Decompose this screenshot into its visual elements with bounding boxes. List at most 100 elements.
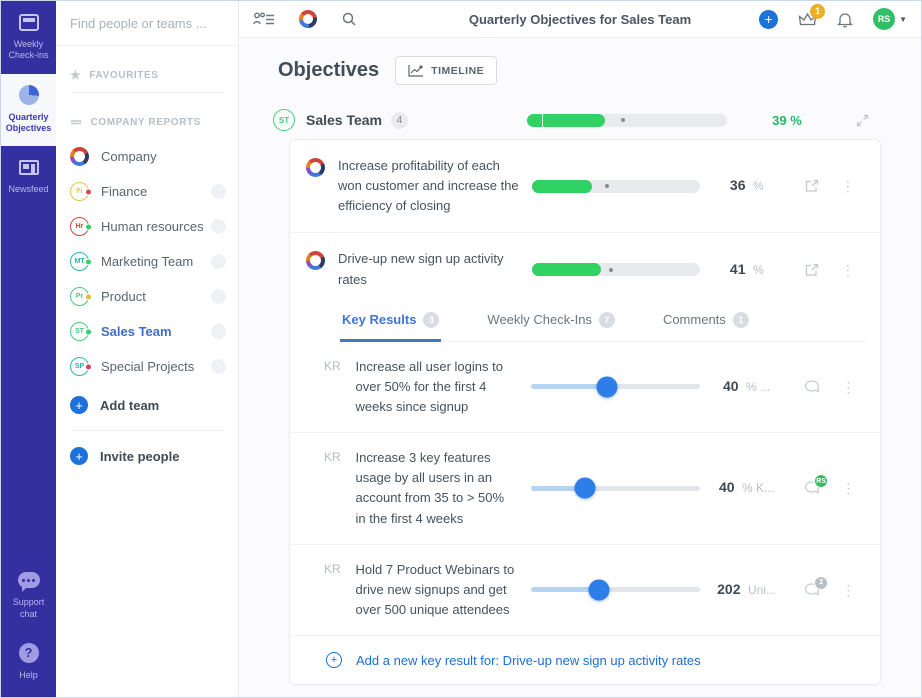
sidebar-item-finance[interactable]: Fi Finance	[56, 174, 238, 209]
tab-key-results[interactable]: Key Results 3	[340, 306, 442, 342]
objective-count-badge: 4	[391, 111, 409, 129]
rail-item-quarterly-objectives[interactable]: Quarterly Objectives	[1, 73, 56, 146]
objective-section: Drive-up new sign up activity rates 41 %	[290, 232, 880, 684]
kr-progress-slider	[531, 579, 700, 601]
user-menu[interactable]: RS ▼	[873, 8, 907, 30]
search-icon[interactable]	[341, 11, 357, 27]
kr-text[interactable]: Increase all user logins to over 50% for…	[356, 357, 516, 417]
plus-icon: +	[70, 396, 88, 414]
kr-value: 40	[723, 377, 739, 394]
comment-icon[interactable]: 2	[804, 575, 829, 597]
tab-count-badge: 3	[423, 311, 440, 328]
team-sidebar: ★ FAVOURITES ≕ COMPANY REPORTS Company F…	[56, 1, 239, 697]
objective-text[interactable]: Increase profitability of each won custo…	[338, 156, 520, 216]
objectives-card: Increase profitability of each won custo…	[289, 139, 881, 686]
kr-text[interactable]: Hold 7 Product Webinars to drive new sig…	[356, 560, 516, 620]
open-objective-icon[interactable]	[805, 179, 819, 193]
kr-progress-slider	[531, 477, 700, 499]
objective-row: Increase profitability of each won custo…	[290, 140, 880, 232]
team-count-badge	[211, 324, 226, 339]
status-dot	[85, 188, 92, 195]
add-icon[interactable]: +	[759, 9, 779, 29]
tab-count-badge: 7	[598, 311, 615, 328]
search-input[interactable]	[70, 16, 224, 31]
star-icon: ★	[70, 68, 82, 82]
more-menu-icon[interactable]: ⋮	[841, 179, 855, 193]
rail-item-support-chat[interactable]: Support chat	[1, 559, 56, 632]
team-avatar: ST	[273, 109, 295, 131]
tab-comments[interactable]: Comments 1	[661, 306, 751, 342]
more-menu-icon[interactable]: ⋮	[841, 481, 855, 495]
team-avatar: Pr	[70, 287, 92, 306]
calendar-icon	[18, 11, 40, 33]
key-result-row: KR Increase all user logins to over 50% …	[290, 342, 880, 432]
tab-count-badge: 1	[732, 311, 749, 328]
rail-item-label: Support chat	[12, 597, 45, 619]
slider-handle[interactable]	[596, 376, 618, 398]
rail-item-weekly-checkins[interactable]: Weekly Check-ins	[1, 1, 56, 74]
list-icon: ≕	[70, 115, 83, 129]
org-people-icon[interactable]	[253, 12, 275, 26]
company-reports-section-header[interactable]: ≕ COMPANY REPORTS	[56, 93, 238, 139]
sidebar-item-special-projects[interactable]: SP Special Projects	[56, 349, 238, 384]
rail-item-help[interactable]: ? Help	[1, 632, 56, 697]
favourites-section-header[interactable]: ★ FAVOURITES	[56, 46, 238, 92]
objectives-content: Objectives TIMELINE ST Sales Team 4 39 %…	[239, 38, 921, 697]
slider-handle[interactable]	[574, 477, 596, 499]
more-menu-icon[interactable]: ⋮	[841, 380, 855, 394]
objective-company-icon	[306, 158, 325, 177]
rail-item-label: Weekly Check-ins	[8, 39, 49, 61]
team-name[interactable]: Sales Team	[306, 112, 382, 128]
chat-bubble-icon	[17, 569, 40, 593]
sidebar-item-human-resources[interactable]: Hr Human resources	[56, 209, 238, 244]
plus-outline-icon: +	[326, 652, 342, 669]
sidebar-item-company[interactable]: Company	[56, 139, 238, 174]
rewards-crown-icon[interactable]: 1	[798, 3, 826, 27]
more-menu-icon[interactable]: ⋮	[841, 583, 855, 597]
team-avatar: ST	[70, 322, 92, 341]
kr-label: KR	[324, 450, 341, 465]
expected-progress-marker	[608, 267, 613, 272]
add-key-result-button[interactable]: + Add a new key result for: Drive-up new…	[290, 635, 880, 684]
expected-progress-marker	[605, 184, 610, 189]
more-menu-icon[interactable]: ⋮	[841, 263, 855, 277]
add-team-button[interactable]: + Add team	[56, 388, 238, 422]
kr-text[interactable]: Increase 3 key features usage by all use…	[356, 448, 516, 529]
team-avatar: SP	[70, 357, 92, 376]
invite-people-button[interactable]: + Invite people	[56, 439, 238, 473]
app-logo-icon[interactable]	[299, 10, 317, 28]
objective-text[interactable]: Drive-up new sign up activity rates	[338, 249, 520, 289]
plus-icon: +	[70, 447, 88, 465]
favourites-label: FAVOURITES	[89, 69, 159, 81]
slider-handle[interactable]	[588, 579, 609, 601]
status-dot	[85, 223, 92, 230]
sidebar-item-product[interactable]: Pr Product	[56, 279, 238, 314]
comment-icon[interactable]	[804, 380, 820, 394]
kr-value: 40	[719, 479, 735, 496]
rail-item-label: Help	[19, 669, 38, 680]
team-summary-row: ST Sales Team 4 39 %	[273, 109, 881, 131]
expand-collapse-icon[interactable]	[847, 114, 877, 127]
pie-chart-icon	[18, 84, 40, 106]
sidebar-item-marketing-team[interactable]: MT Marketing Team	[56, 244, 238, 279]
open-objective-icon[interactable]	[805, 263, 819, 277]
rail-item-label: Quarterly Objectives	[5, 111, 52, 133]
timeline-button[interactable]: TIMELINE	[395, 56, 498, 85]
key-result-row: KR Increase 3 key features usage by all …	[290, 432, 880, 544]
rail-item-newsfeed[interactable]: Newsfeed	[1, 146, 56, 207]
newsfeed-icon	[18, 156, 40, 178]
objective-value: 41	[729, 260, 746, 277]
team-count-badge	[211, 219, 226, 234]
tab-weekly-check-ins[interactable]: Weekly Check-Ins 7	[485, 306, 617, 342]
kr-value: 202	[717, 580, 741, 597]
chevron-down-icon: ▼	[899, 14, 907, 24]
timeline-chart-icon	[408, 65, 424, 77]
sidebar-item-sales-team[interactable]: ST Sales Team	[56, 314, 238, 349]
objective-unit: %	[752, 179, 764, 194]
kr-unit: % K...	[742, 481, 775, 496]
team-avatar: Fi	[70, 182, 92, 201]
key-result-row: KR Hold 7 Product Webinars to drive new …	[290, 543, 880, 635]
team-avatar: Hr	[70, 217, 92, 236]
comment-icon[interactable]: RS	[804, 474, 829, 495]
bell-icon[interactable]	[837, 11, 854, 28]
